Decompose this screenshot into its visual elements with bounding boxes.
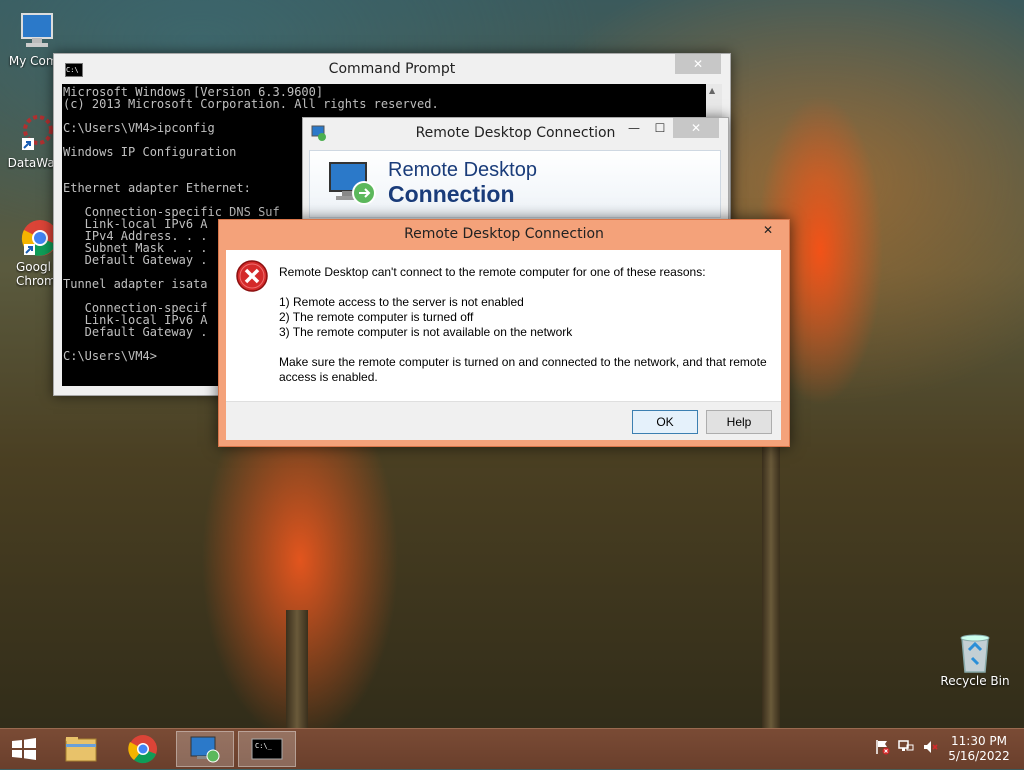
rdc-banner: Remote Desktop Connection xyxy=(309,150,721,218)
remote-desktop-icon xyxy=(190,736,220,763)
windows-logo-icon xyxy=(12,738,36,760)
error-advice: access is enabled. xyxy=(279,370,378,384)
dialog-title: Remote Desktop Connection xyxy=(404,226,604,242)
volume-muted-icon[interactable] xyxy=(922,739,938,755)
computer-icon xyxy=(16,10,58,52)
desktop-icon-label: Recycle Bin xyxy=(940,674,1010,688)
error-message-area: Remote Desktop can't connect to the remo… xyxy=(226,250,781,401)
remote-desktop-logo-icon xyxy=(326,157,378,209)
error-icon xyxy=(236,260,268,292)
window-title: Command Prompt xyxy=(328,61,456,77)
close-button[interactable]: ✕ xyxy=(673,118,719,138)
remote-desktop-connection-window[interactable]: Remote Desktop Connection — ☐ ✕ Remote D… xyxy=(302,117,729,224)
maximize-button[interactable]: ☐ xyxy=(647,118,673,138)
error-dialog[interactable]: Remote Desktop Connection ✕ Remote Deskt… xyxy=(218,219,790,447)
close-button[interactable]: ✕ xyxy=(675,54,721,74)
chrome-icon xyxy=(16,216,58,258)
folder-icon xyxy=(65,737,97,762)
reason-item: 2) The remote computer is turned off xyxy=(279,310,474,324)
help-button[interactable]: Help xyxy=(706,410,772,434)
svg-text:C:\_: C:\_ xyxy=(255,742,273,750)
taskbar: C:\_ 11:30 PM 5/16/2022 xyxy=(0,728,1024,769)
desktop-icon-recycle-bin[interactable]: Recycle Bin xyxy=(940,630,1010,688)
system-clock[interactable]: 11:30 PM 5/16/2022 xyxy=(944,734,1014,764)
network-icon[interactable] xyxy=(898,739,914,755)
clock-date: 5/16/2022 xyxy=(948,749,1010,763)
minimize-button[interactable]: — xyxy=(621,118,647,138)
command-prompt-titlebar[interactable]: C:\ Command Prompt ✕ xyxy=(54,54,730,84)
reason-item: 1) Remote access to the server is not en… xyxy=(279,295,524,309)
chrome-icon xyxy=(128,735,157,764)
banner-title-line1: Remote Desktop xyxy=(388,159,537,181)
close-button[interactable]: ✕ xyxy=(752,220,784,240)
reason-item: 3) The remote computer is not available … xyxy=(279,325,573,339)
dialog-button-bar: OK Help xyxy=(226,401,781,440)
ok-button[interactable]: OK xyxy=(632,410,698,434)
taskbar-chrome[interactable] xyxy=(116,731,170,767)
action-center-flag-icon[interactable] xyxy=(874,739,890,755)
error-dialog-titlebar[interactable]: Remote Desktop Connection ✕ xyxy=(219,220,789,250)
error-advice: Make sure the remote computer is turned … xyxy=(279,355,767,369)
taskbar-command-prompt[interactable]: C:\_ xyxy=(238,731,296,767)
recycle-bin-icon xyxy=(954,630,996,673)
taskbar-remote-desktop[interactable] xyxy=(176,731,234,767)
cmd-icon: C:\_ xyxy=(251,738,283,760)
desktop-icon-label: Googl Chrom xyxy=(16,260,56,288)
clock-time: 11:30 PM xyxy=(951,734,1007,748)
console-line: (c) 2013 Microsoft Corporation. All righ… xyxy=(63,97,439,111)
taskbar-file-explorer[interactable] xyxy=(54,731,108,767)
scroll-up-icon[interactable]: ▲ xyxy=(709,86,715,95)
start-button[interactable] xyxy=(10,737,38,761)
error-intro: Remote Desktop can't connect to the remo… xyxy=(279,265,706,279)
rdc-titlebar[interactable]: Remote Desktop Connection — ☐ ✕ xyxy=(303,118,728,148)
gear-icon xyxy=(14,112,56,154)
banner-title-line2: Connection xyxy=(388,181,515,207)
